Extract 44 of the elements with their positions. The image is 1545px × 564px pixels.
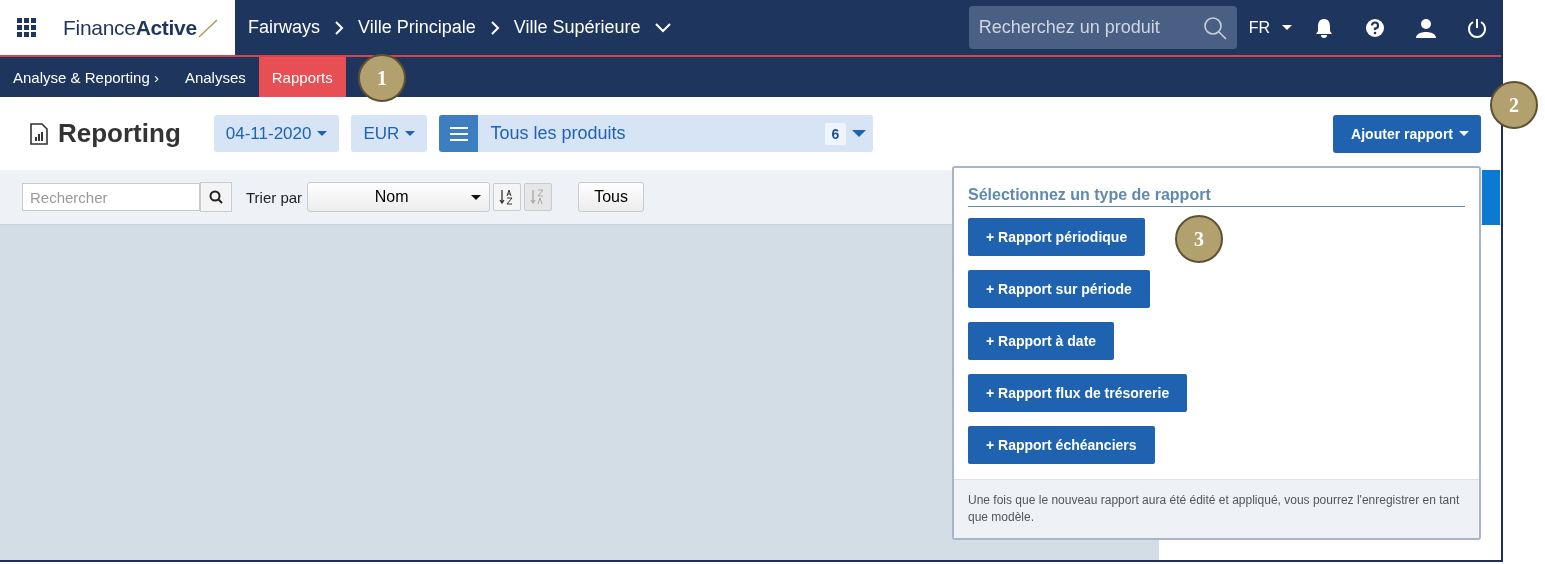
page-title: Reporting	[58, 118, 181, 149]
power-icon[interactable]	[1467, 17, 1487, 38]
language-dropdown[interactable]: FR	[1248, 18, 1292, 37]
report-type-button[interactable]: + Rapport flux de trésorerie	[968, 374, 1188, 412]
apps-grid-icon[interactable]	[17, 17, 37, 38]
nav-tab[interactable]: Analyse & Reporting ›	[0, 57, 172, 97]
logo: FinanceActive	[63, 15, 197, 40]
scrollbar[interactable]	[1482, 170, 1500, 225]
menu-title: Sélectionnez un type de rapport	[968, 186, 1465, 207]
caret-icon[interactable]	[852, 130, 867, 137]
chevron-right-icon	[334, 20, 344, 35]
sort-ascending-icon	[499, 189, 516, 205]
product-search-field[interactable]: Recherchez un produit	[976, 16, 1203, 39]
breadcrumb-item[interactable]: Ville Supérieure	[513, 17, 641, 38]
menu-icon	[449, 126, 468, 141]
add-report-button[interactable]: Ajouter rapport	[1333, 114, 1481, 153]
search-icon	[209, 190, 223, 204]
search-icon[interactable]	[1202, 15, 1227, 40]
search-box[interactable]: Recherchez un produit	[968, 6, 1237, 49]
breadcrumb-item[interactable]: Fairways	[248, 17, 320, 38]
search-button[interactable]	[200, 182, 232, 212]
report-icon	[30, 122, 48, 145]
filter-button[interactable]: Tous	[578, 182, 645, 212]
breadcrumb-item[interactable]: Ville Principale	[358, 17, 476, 38]
logo-slash-icon	[196, 17, 219, 38]
date-dropdown[interactable]: 04-11-2020	[213, 115, 340, 152]
menu-note: Une fois que le nouveau rapport aura été édité et appliqué, vous pourrez l'enregistrer en tant que modèle.	[954, 479, 1479, 538]
bell-icon[interactable]	[1314, 17, 1334, 38]
chevron-right-icon	[489, 20, 500, 35]
report-type-button[interactable]: + Rapport périodique	[968, 218, 1146, 256]
chevron-down-icon[interactable]	[654, 22, 671, 33]
report-type-button[interactable]: + Rapport sur période	[968, 270, 1150, 308]
products-dropdown[interactable]: Tous les produits 6	[439, 115, 874, 152]
sort-label: Trier par	[246, 188, 303, 206]
nav-tab[interactable]: Rapports	[258, 57, 346, 97]
help-icon[interactable]	[1365, 17, 1385, 38]
sort-dropdown[interactable]: Nom	[307, 182, 491, 212]
report-type-button[interactable]: + Rapport échéanciers	[968, 426, 1155, 464]
report-type-button[interactable]: + Rapport à date	[968, 322, 1115, 360]
currency-dropdown[interactable]: EUR	[351, 115, 428, 152]
sort-ascending-button[interactable]	[493, 183, 522, 211]
callout-marker: 2	[1490, 81, 1538, 129]
user-icon[interactable]	[1416, 17, 1436, 38]
nav-tab[interactable]: Analyses	[171, 57, 259, 97]
